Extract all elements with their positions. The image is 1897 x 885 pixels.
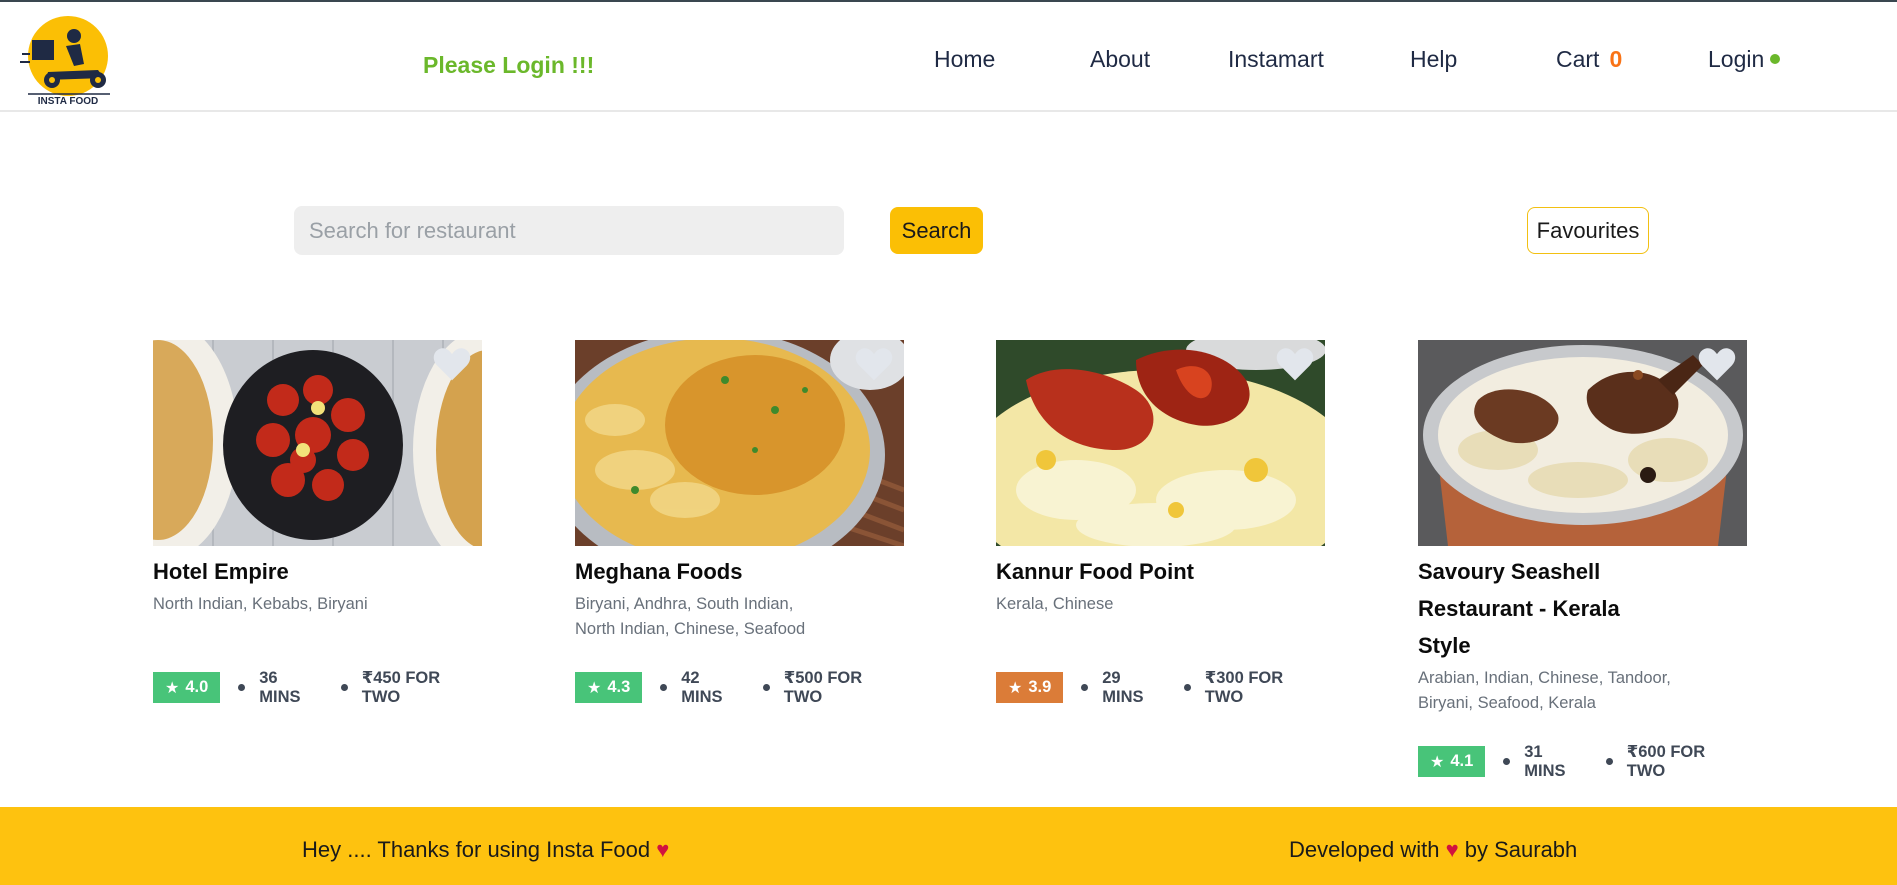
separator-dot xyxy=(340,684,348,691)
star-icon: ★ xyxy=(587,679,602,697)
rating-value: 4.0 xyxy=(185,678,209,696)
star-icon: ★ xyxy=(165,679,180,697)
delivery-time: 31 MINS xyxy=(1524,742,1566,780)
footer-credit-prefix: Developed with xyxy=(1289,837,1440,862)
login-label: Login xyxy=(1708,46,1765,72)
separator-dot xyxy=(762,684,770,691)
star-icon: ★ xyxy=(1008,679,1023,697)
delivery-time: 42 MINS xyxy=(681,668,723,706)
restaurant-meta: ★ 4.3 42 MINS ₹500 FOR TWO xyxy=(575,668,904,707)
app-footer: Hey .... Thanks for using Insta Food ♥ D… xyxy=(0,807,1897,885)
heart-icon: ♥ xyxy=(656,837,670,862)
restaurant-image xyxy=(1418,340,1747,546)
footer-thanks: Hey .... Thanks for using Insta Food ♥ xyxy=(302,837,669,863)
restaurant-name: Meghana Foods xyxy=(575,559,743,584)
restaurant-image xyxy=(996,340,1325,546)
restaurant-card[interactable]: Meghana Foods Biryani, Andhra, South Ind… xyxy=(575,340,904,707)
rating-badge: ★ 4.0 xyxy=(153,672,221,703)
rating-badge: ★ 4.3 xyxy=(575,672,643,703)
cart-count: 0 xyxy=(1609,46,1623,72)
footer-credit-suffix: by Saurabh xyxy=(1464,837,1578,862)
restaurant-cuisines: Arabian, Indian, Chinese, Tandoor, Birya… xyxy=(1418,669,1671,712)
separator-dot xyxy=(660,684,668,691)
heart-icon: ♥ xyxy=(1445,837,1459,862)
rating-value: 3.9 xyxy=(1028,678,1052,696)
rating-badge: ★ 4.1 xyxy=(1418,746,1486,777)
cost-for-two: ₹300 FOR TWO xyxy=(1204,669,1284,706)
restaurant-cuisines: Kerala, Chinese xyxy=(996,595,1114,613)
favourite-heart-icon[interactable] xyxy=(432,346,472,382)
restaurant-cuisines: North Indian, Kebabs, Biryani xyxy=(153,595,368,613)
app-header: INSTA FOOD Please Login !!! Home About I… xyxy=(0,2,1897,112)
favourite-heart-icon[interactable] xyxy=(1697,346,1737,382)
delivery-time: 29 MINS xyxy=(1102,668,1144,706)
restaurant-cuisines: Biryani, Andhra, South Indian, North Ind… xyxy=(575,595,806,638)
cost-for-two: ₹600 FOR TWO xyxy=(1626,743,1706,780)
logo-text: INSTA FOOD xyxy=(38,96,99,107)
nav-instamart[interactable]: Instamart xyxy=(1228,46,1324,73)
footer-credit: Developed with ♥ by Saurabh xyxy=(1289,837,1577,863)
restaurant-card[interactable]: Kannur Food Point Kerala, Chinese ★ 3.9 2… xyxy=(996,340,1325,707)
cost-for-two: ₹500 FOR TWO xyxy=(783,669,863,706)
nav-home[interactable]: Home xyxy=(934,46,995,73)
nav-cart[interactable]: Cart 0 xyxy=(1556,46,1622,73)
nav-about[interactable]: About xyxy=(1090,46,1150,73)
insta-food-logo[interactable]: INSTA FOOD xyxy=(18,14,118,108)
search-button[interactable]: Search xyxy=(890,207,983,254)
rating-badge: ★ 3.9 xyxy=(996,672,1064,703)
separator-dot xyxy=(1183,684,1191,691)
restaurant-image xyxy=(575,340,904,546)
star-icon: ★ xyxy=(1430,753,1445,771)
login-message: Please Login !!! xyxy=(423,52,595,78)
delivery-time: 36 MINS xyxy=(259,668,301,706)
favourite-heart-icon[interactable] xyxy=(1275,346,1315,382)
favourites-button[interactable]: Favourites xyxy=(1527,207,1649,254)
restaurant-image xyxy=(153,340,482,546)
footer-thanks-text: Hey .... Thanks for using Insta Food xyxy=(302,837,651,862)
favourite-heart-icon[interactable] xyxy=(854,346,894,382)
restaurant-name: Hotel Empire xyxy=(153,559,289,584)
cart-label: Cart xyxy=(1556,46,1600,72)
restaurant-meta: ★ 4.0 36 MINS ₹450 FOR TWO xyxy=(153,668,482,707)
rating-value: 4.1 xyxy=(1450,752,1474,770)
restaurant-meta: ★ 3.9 29 MINS ₹300 FOR TWO xyxy=(996,668,1325,707)
search-input[interactable] xyxy=(294,206,844,255)
restaurant-name: Savoury Seashell Restaurant - Kerala Sty… xyxy=(1418,559,1620,658)
separator-dot xyxy=(238,684,246,691)
restaurant-meta: ★ 4.1 31 MINS ₹600 FOR TWO xyxy=(1418,742,1747,781)
separator-dot xyxy=(1503,758,1511,765)
restaurant-card[interactable]: Savoury Seashell Restaurant - Kerala Sty… xyxy=(1418,340,1747,781)
online-status-icon xyxy=(1770,53,1781,64)
nav-login[interactable]: Login xyxy=(1708,46,1781,73)
separator-dot xyxy=(1081,684,1089,691)
cost-for-two: ₹450 FOR TWO xyxy=(361,669,441,706)
rating-value: 4.3 xyxy=(607,678,631,696)
restaurant-name: Kannur Food Point xyxy=(996,559,1194,584)
restaurant-card[interactable]: Hotel Empire North Indian, Kebabs, Birya… xyxy=(153,340,482,707)
nav-help[interactable]: Help xyxy=(1410,46,1457,73)
separator-dot xyxy=(1605,758,1613,765)
